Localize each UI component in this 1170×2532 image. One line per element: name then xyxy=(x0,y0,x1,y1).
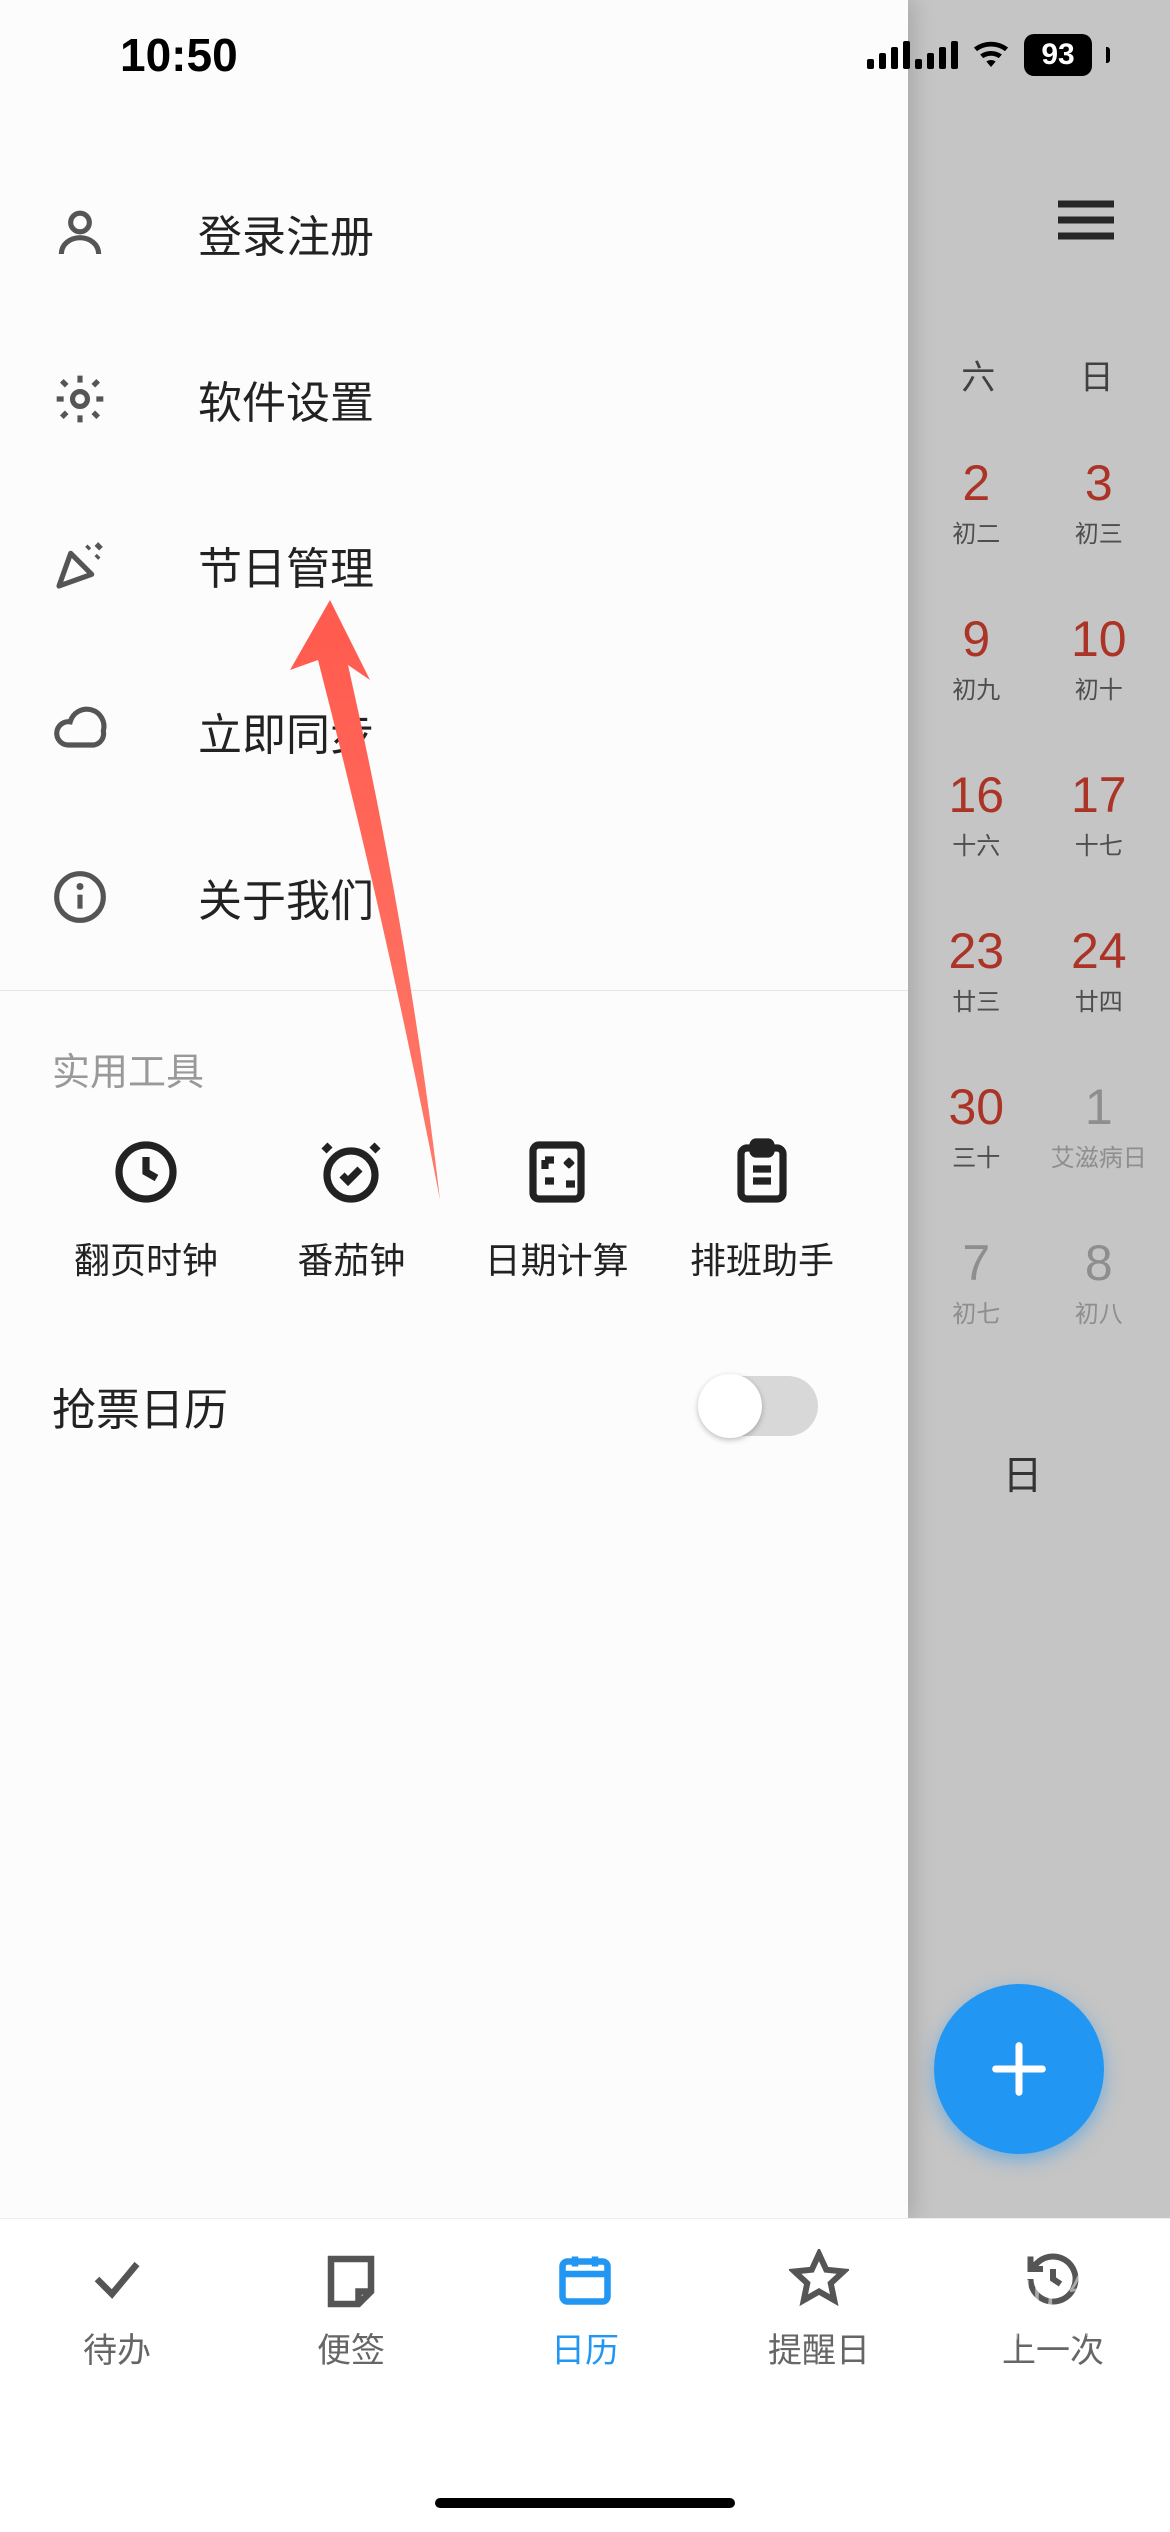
calendar-day[interactable]: 24廿四 xyxy=(1038,922,1161,1017)
weekday-sun: 日 xyxy=(1038,350,1157,399)
battery-tip-icon xyxy=(1106,47,1110,63)
tool-date-calc[interactable]: 日期计算 xyxy=(457,1136,657,1284)
calendar-day[interactable]: 7初七 xyxy=(915,1234,1038,1329)
calendar-day[interactable]: 10初十 xyxy=(1038,610,1161,705)
menu-item-about[interactable]: 关于我们 xyxy=(0,814,908,980)
toggle-label: 抢票日历 xyxy=(52,1374,228,1438)
weekday-header: 六 日 xyxy=(905,350,1170,399)
wifi-icon xyxy=(972,39,1010,72)
nav-label: 日历 xyxy=(551,2323,619,2372)
tool-label: 日期计算 xyxy=(485,1232,629,1284)
status-time: 10:50 xyxy=(120,28,238,82)
add-button[interactable] xyxy=(934,1984,1104,2154)
info-icon xyxy=(52,869,108,925)
calendar-day[interactable]: 1艾滋病日 xyxy=(1038,1078,1161,1173)
nav-label: 提醒日 xyxy=(768,2323,870,2372)
tool-shift-helper[interactable]: 排班助手 xyxy=(662,1136,862,1284)
clipboard-icon xyxy=(726,1136,798,1208)
status-bar: 10:50 93 xyxy=(0,0,1170,110)
tools-section-header: 实用工具 xyxy=(0,991,908,1136)
party-icon xyxy=(52,537,108,593)
tool-flip-clock[interactable]: 翻页时钟 xyxy=(46,1136,246,1284)
menu-item-login[interactable]: 登录注册 xyxy=(0,150,908,316)
calendar-day[interactable]: 3初三 xyxy=(1038,454,1161,549)
clock-icon xyxy=(110,1136,182,1208)
menu-item-settings[interactable]: 软件设置 xyxy=(0,316,908,482)
tool-pomodoro[interactable]: 番茄钟 xyxy=(251,1136,451,1284)
nav-calendar[interactable]: 日历 xyxy=(468,2249,702,2532)
ticket-calendar-toggle[interactable] xyxy=(702,1376,818,1436)
nav-reminder[interactable]: 提醒日 xyxy=(702,2249,936,2532)
tool-label: 翻页时钟 xyxy=(74,1232,218,1284)
toggle-knob xyxy=(698,1374,762,1438)
plus-icon xyxy=(984,2034,1054,2104)
nav-label: 便签 xyxy=(317,2323,385,2372)
signal-icon xyxy=(867,41,958,69)
hamburger-icon[interactable] xyxy=(1058,200,1114,245)
ticket-calendar-toggle-row: 抢票日历 xyxy=(0,1284,908,1438)
tools-grid: 翻页时钟 番茄钟 日期计算 排班助手 xyxy=(0,1136,908,1284)
cloud-icon xyxy=(52,703,108,759)
calendar-day[interactable]: 23廿三 xyxy=(915,922,1038,1017)
check-icon xyxy=(87,2249,147,2309)
calendar-selected-day: 日 xyxy=(905,1443,1170,1501)
nav-label: 待办 xyxy=(83,2323,151,2372)
watermark: Baidu 经验 jingyan.baidu.com xyxy=(949,2263,1150,2342)
nav-notes[interactable]: 便签 xyxy=(234,2249,468,2532)
person-icon xyxy=(52,205,108,261)
menu-label: 登录注册 xyxy=(198,201,374,265)
tool-label: 番茄钟 xyxy=(297,1232,405,1284)
weekday-sat: 六 xyxy=(919,350,1038,399)
calendar-day[interactable]: 30三十 xyxy=(915,1078,1038,1173)
calendar-day[interactable]: 17十七 xyxy=(1038,766,1161,861)
side-drawer: 登录注册 软件设置 节日管理 立即同步 关于我们 实用工具 翻页时钟 xyxy=(0,0,908,2218)
calendar-icon xyxy=(555,2249,615,2309)
calendar-day[interactable]: 8初八 xyxy=(1038,1234,1161,1329)
alarm-icon xyxy=(315,1136,387,1208)
battery-level: 93 xyxy=(1024,34,1092,76)
menu-label: 立即同步 xyxy=(198,699,374,763)
home-indicator xyxy=(435,2498,735,2508)
calendar-day[interactable]: 2初二 xyxy=(915,454,1038,549)
tool-label: 排班助手 xyxy=(690,1232,834,1284)
menu-label: 关于我们 xyxy=(198,865,374,929)
calculator-icon xyxy=(521,1136,593,1208)
gear-icon xyxy=(52,371,108,427)
note-icon xyxy=(321,2249,381,2309)
menu-item-sync[interactable]: 立即同步 xyxy=(0,648,908,814)
nav-todo[interactable]: 待办 xyxy=(0,2249,234,2532)
menu-item-holiday[interactable]: 节日管理 xyxy=(0,482,908,648)
calendar-day[interactable]: 16十六 xyxy=(915,766,1038,861)
star-icon xyxy=(789,2249,849,2309)
calendar-day[interactable]: 9初九 xyxy=(915,610,1038,705)
calendar-background: 六 日 2初二 3初三 9初九 10初十 16十六 17十七 23廿三 24廿四… xyxy=(905,0,1170,2218)
menu-label: 节日管理 xyxy=(198,533,374,597)
menu-label: 软件设置 xyxy=(198,367,374,431)
